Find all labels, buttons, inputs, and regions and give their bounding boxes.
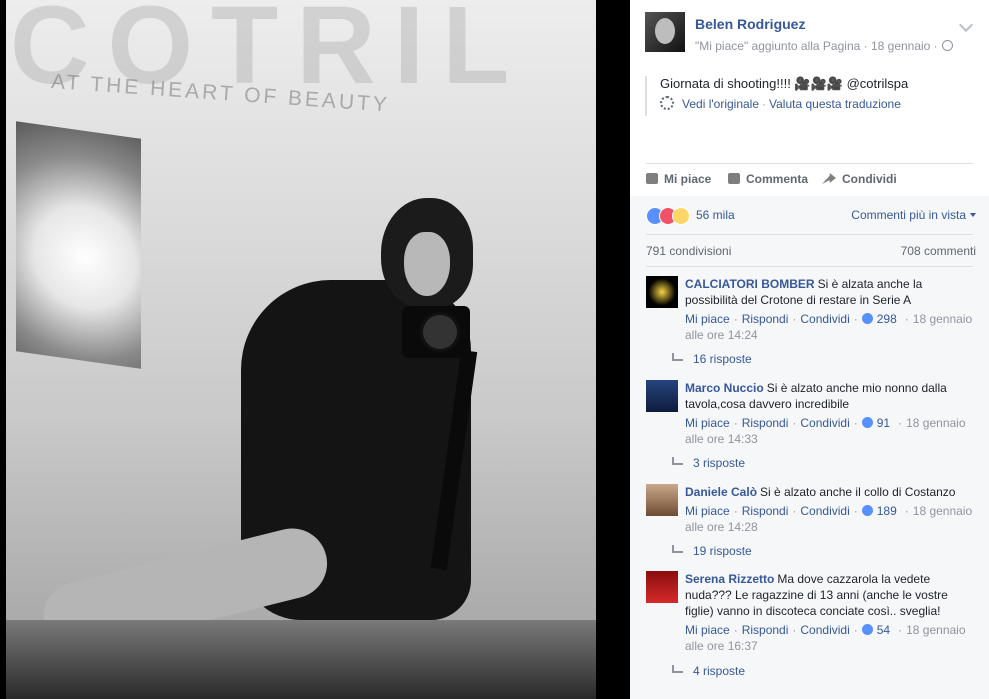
like-count-icon <box>861 505 873 516</box>
photo-poster <box>16 121 141 369</box>
like-count-icon <box>861 417 873 428</box>
photo-camera-lens <box>420 312 460 352</box>
comment-actions: Mi piace · Rispondi · Condividi · 91 · 18 gennai… <box>685 416 966 446</box>
commenter-avatar[interactable] <box>646 380 678 412</box>
view-replies-link[interactable]: 3 risposte <box>672 456 745 470</box>
comment-reply-link[interactable]: Rispondi <box>742 623 789 637</box>
replies-count: 4 risposte <box>693 664 746 678</box>
view-replies-link[interactable]: 19 risposte <box>672 544 752 558</box>
caret-down-icon <box>970 213 976 217</box>
commenter-avatar[interactable] <box>646 571 678 603</box>
commenter-avatar[interactable] <box>646 484 678 516</box>
like-button[interactable]: Mi piace <box>646 172 711 186</box>
comment-share-link[interactable]: Condividi <box>800 623 849 637</box>
comment-body: Daniele Calò Si è alzato anche il collo d… <box>685 484 976 535</box>
comment-like-link[interactable]: Mi piace <box>685 416 730 430</box>
reply-arrow-icon <box>672 457 683 465</box>
commenter-avatar[interactable] <box>646 276 678 308</box>
comment-count[interactable]: 708 commenti <box>901 244 976 258</box>
reply-arrow-icon <box>672 665 683 673</box>
post-subtitle: "Mi piace" aggiunto alla Pagina · 18 gen… <box>695 39 953 53</box>
comment-body: Serena Rizzetto Ma dove cazzarola la vede… <box>685 571 976 654</box>
divider <box>646 266 973 267</box>
post-header: Belen Rodriguez "Mi piace" aggiunto alla… <box>645 12 989 56</box>
view-replies-link[interactable]: 16 risposte <box>672 352 752 366</box>
commenter-name[interactable]: Daniele Calò <box>685 485 757 499</box>
share-button-label: Condividi <box>842 172 897 186</box>
comment-actions: Mi piace · Rispondi · Condividi · 189 · 18 genna… <box>685 504 973 534</box>
like-count-icon <box>861 313 873 324</box>
comment-like-link[interactable]: Mi piace <box>685 312 730 326</box>
comment-reply-link[interactable]: Rispondi <box>742 504 789 518</box>
commenter-name[interactable]: Marco Nuccio <box>685 381 764 395</box>
thumbs-up-icon <box>646 173 658 184</box>
comment-icon <box>728 173 740 184</box>
wow-reaction-icon[interactable] <box>672 207 690 225</box>
share-icon <box>822 173 836 184</box>
globe-icon <box>941 40 953 51</box>
author-avatar[interactable] <box>645 12 685 52</box>
comment-body: CALCIATORI BOMBER Si è alzata anche la po… <box>685 276 976 343</box>
post-side-panel: Belen Rodriguez "Mi piace" aggiunto alla… <box>630 0 989 699</box>
commenter-name[interactable]: CALCIATORI BOMBER <box>685 277 815 291</box>
author-name[interactable]: Belen Rodriguez <box>695 16 805 32</box>
photo-figure-face <box>404 232 450 296</box>
comment-reply-link[interactable]: Rispondi <box>742 312 789 326</box>
post-subtitle-text: "Mi piace" aggiunto alla Pagina · 18 gen… <box>695 39 938 53</box>
comment-like-count[interactable]: 189 <box>877 504 897 518</box>
replies-count: 3 risposte <box>693 456 746 470</box>
divider <box>646 234 973 235</box>
like-count-icon <box>861 624 873 635</box>
reply-arrow-icon <box>672 545 683 553</box>
replies-count: 16 risposte <box>693 352 752 366</box>
share-button[interactable]: Condividi <box>822 172 897 186</box>
translation-row: Vedi l'originale · Valuta questa traduzion… <box>660 96 901 111</box>
comment-reply-link[interactable]: Rispondi <box>742 416 789 430</box>
rate-translation-link[interactable]: Valuta questa traduzione <box>769 97 901 111</box>
post-actions: Mi piace Commenta Condividi <box>646 172 976 188</box>
replies-count: 19 risposte <box>693 544 752 558</box>
comment-sort-dropdown[interactable]: Commenti più in vista <box>851 208 976 222</box>
comment-share-link[interactable]: Condividi <box>800 504 849 518</box>
comment-share-link[interactable]: Condividi <box>800 312 849 326</box>
comment-like-link[interactable]: Mi piace <box>685 504 730 518</box>
comment-button-label: Commenta <box>746 172 809 186</box>
chevron-down-icon[interactable] <box>958 17 974 33</box>
comment-like-link[interactable]: Mi piace <box>685 623 730 637</box>
photo-viewer: COTRIL AT THE HEART OF BEAUTY <box>0 0 630 699</box>
reaction-count[interactable]: 56 mila <box>696 208 735 222</box>
post-photo[interactable]: COTRIL AT THE HEART OF BEAUTY <box>6 0 596 699</box>
reply-arrow-icon <box>672 353 683 361</box>
reactions-row: 56 mila Commenti più in vista <box>646 207 976 225</box>
comment-actions: Mi piace · Rispondi · Condividi · 298 · 18 genna… <box>685 312 973 342</box>
comment-like-count[interactable]: 54 <box>877 623 890 637</box>
comment-sort-label: Commenti più in vista <box>851 208 966 222</box>
divider <box>646 163 973 164</box>
comment-actions: Mi piace · Rispondi · Condividi · 54 · 18 gennai… <box>685 623 966 653</box>
share-count[interactable]: 791 condivisioni <box>646 244 731 258</box>
view-replies-link[interactable]: 4 risposte <box>672 664 745 678</box>
comment-like-count[interactable]: 91 <box>877 416 890 430</box>
translation-marker <box>645 76 647 116</box>
post-stats: 791 condivisioni 708 commenti <box>646 244 976 258</box>
comment-body: Marco Nuccio Si è alzato anche mio nonno … <box>685 380 976 447</box>
post-text: Giornata di shooting!!!! 🎥🎥🎥 @cotrilspa <box>660 76 909 91</box>
commenter-name[interactable]: Serena Rizzetto <box>685 572 774 586</box>
comment-like-count[interactable]: 298 <box>877 312 897 326</box>
comment-share-link[interactable]: Condividi <box>800 416 849 430</box>
see-original-link[interactable]: Vedi l'originale <box>682 97 759 111</box>
comment-button[interactable]: Commenta <box>728 172 808 186</box>
like-button-label: Mi piace <box>664 172 712 186</box>
separator-dot: · <box>762 97 767 111</box>
comment-text: Si è alzato anche il collo di Costanzo <box>760 485 956 499</box>
photo-foreground <box>6 620 596 699</box>
gear-icon[interactable] <box>660 96 674 110</box>
